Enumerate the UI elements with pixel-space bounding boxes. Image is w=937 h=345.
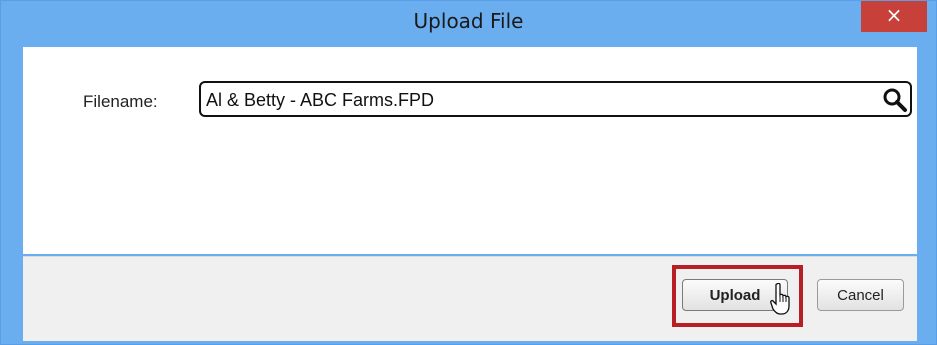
close-icon: × [885, 3, 903, 27]
cancel-button[interactable]: Cancel [817, 279, 904, 311]
filename-field[interactable]: Al & Betty - ABC Farms.FPD [199, 81, 912, 117]
dialog-content: Filename: Al & Betty - ABC Farms.FPD [23, 47, 917, 254]
close-button[interactable]: × [861, 1, 927, 32]
upload-file-dialog: Upload File × Filename: Al & Betty - ABC… [0, 0, 937, 345]
filename-label: Filename: [83, 92, 158, 111]
filename-value[interactable]: Al & Betty - ABC Farms.FPD [206, 90, 434, 111]
title-bar[interactable]: Upload File × [1, 1, 936, 39]
dialog-footer: Upload Cancel [23, 256, 917, 341]
dialog-title: Upload File [413, 9, 524, 33]
search-icon[interactable] [882, 87, 908, 113]
mouse-pointer-icon [770, 283, 790, 315]
